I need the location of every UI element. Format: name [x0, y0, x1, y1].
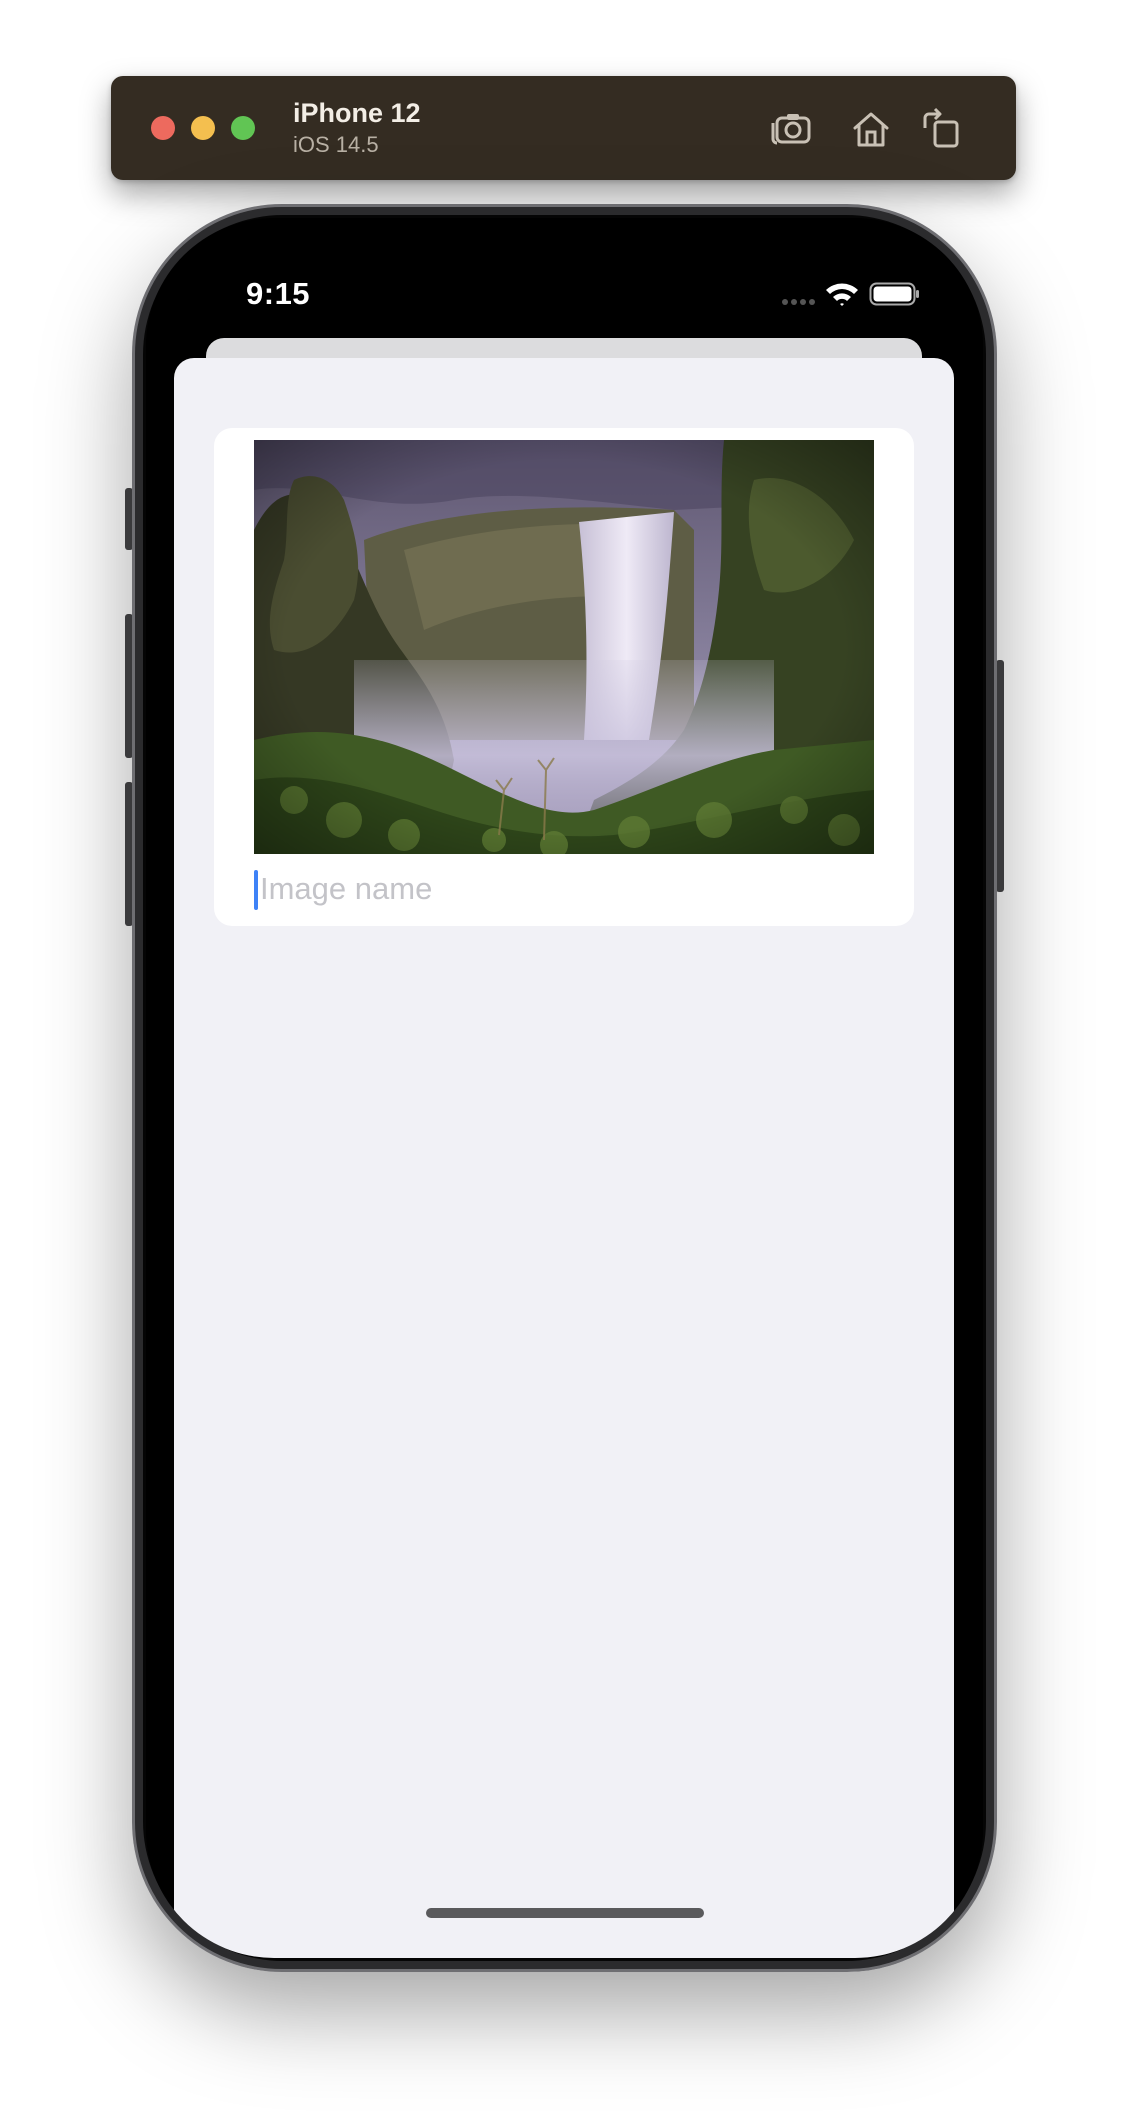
home-indicator[interactable]: [426, 1908, 704, 1918]
text-caret: [254, 870, 258, 910]
phone-screen: 9:15: [146, 218, 983, 1958]
power-button: [996, 660, 1004, 892]
minimize-window-button[interactable]: [191, 116, 215, 140]
screenshot-button[interactable]: [769, 106, 815, 152]
waterfall-image: [254, 440, 874, 854]
simulator-toolbar: iPhone 12 iOS 14.5: [111, 76, 1016, 180]
image-card: [214, 428, 914, 926]
zoom-window-button[interactable]: [231, 116, 255, 140]
camera-icon: [771, 114, 811, 145]
cellular-signal-icon: [782, 299, 815, 305]
rotate-icon: [923, 107, 959, 148]
simulator-stage: iPhone 12 iOS 14.5 9:15 Image name: [0, 0, 1128, 2124]
close-window-button[interactable]: [151, 116, 175, 140]
rotate-button[interactable]: [919, 106, 965, 152]
home-icon: [853, 112, 889, 147]
status-time: 9:15: [246, 276, 311, 311]
image-name-input[interactable]: [254, 864, 880, 914]
device-name: iPhone 12: [293, 98, 421, 128]
wifi-icon: [826, 283, 858, 306]
os-version: iOS 14.5: [293, 132, 379, 157]
modal-sheet: [174, 358, 954, 1958]
home-button[interactable]: [848, 106, 894, 152]
waterfall-photo: [254, 440, 874, 854]
battery-icon: [869, 282, 919, 306]
